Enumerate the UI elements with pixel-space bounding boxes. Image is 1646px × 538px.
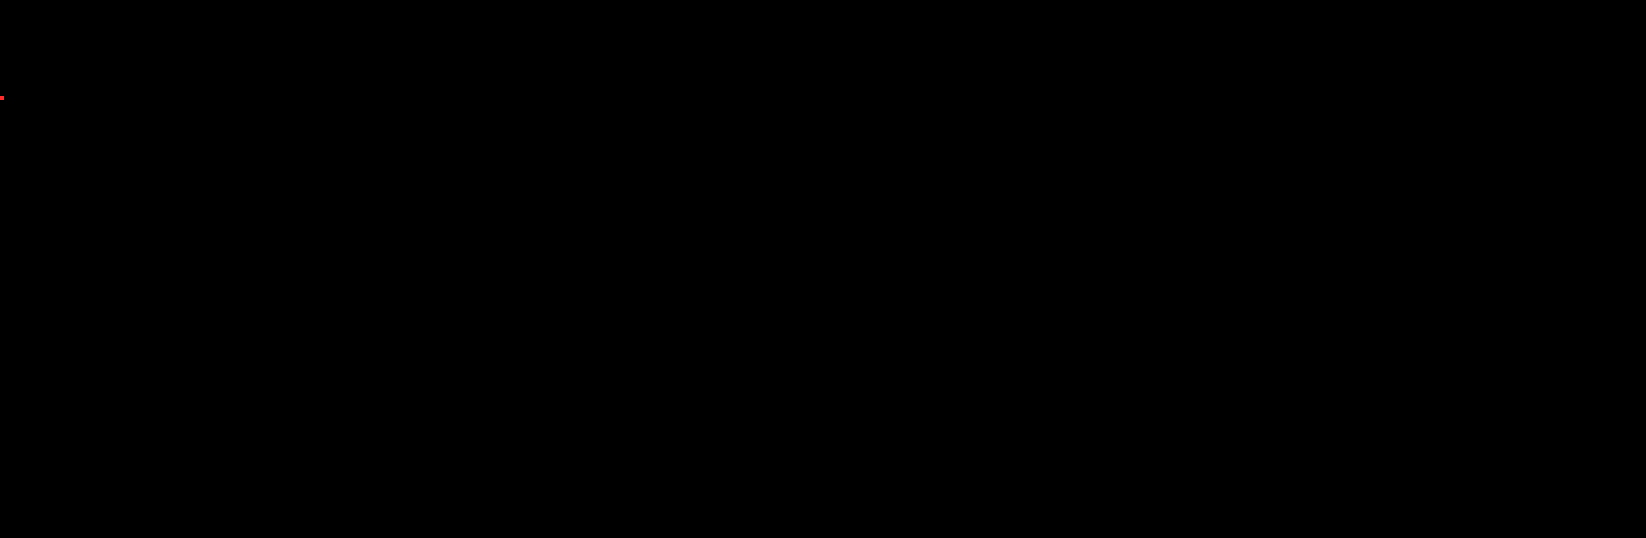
- highlighted-row-box: [0, 96, 4, 100]
